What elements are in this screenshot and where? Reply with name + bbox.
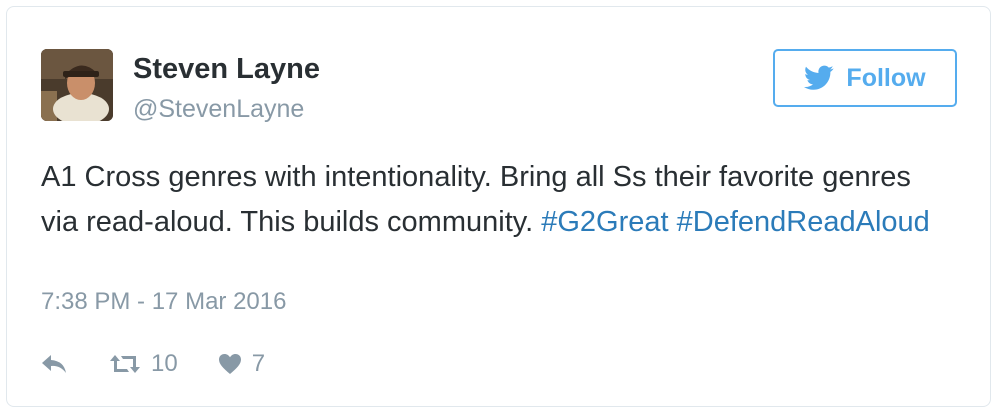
like-button[interactable]: 7 [218, 350, 265, 378]
reply-button[interactable] [41, 353, 67, 375]
heart-icon [218, 354, 241, 374]
author-handle[interactable]: @StevenLayne [133, 95, 304, 124]
like-count: 7 [251, 350, 266, 377]
tweet-timestamp[interactable]: 7:38 PM - 17 Mar 2016 [41, 288, 286, 316]
hashtag-g2great[interactable]: #G2Great [541, 206, 668, 238]
twitter-bird-icon [804, 65, 834, 90]
author-name[interactable]: Steven Layne [133, 53, 320, 86]
retweet-button[interactable]: 10 [109, 350, 178, 378]
avatar-photo [41, 49, 113, 121]
tweet-text: A1 Cross genres with intentionality. Bri… [41, 155, 941, 245]
follow-button[interactable]: Follow [773, 49, 957, 107]
avatar[interactable] [41, 49, 113, 121]
reply-icon [42, 355, 66, 373]
follow-label: Follow [846, 63, 926, 92]
retweet-icon [110, 355, 140, 373]
tweet-actions: 10 7 [41, 346, 265, 382]
hashtag-defendreadaloud[interactable]: #DefendReadAloud [677, 206, 930, 238]
retweet-count: 10 [151, 350, 178, 377]
tweet-card: Steven Layne @StevenLayne Follow A1 Cros… [6, 6, 991, 407]
